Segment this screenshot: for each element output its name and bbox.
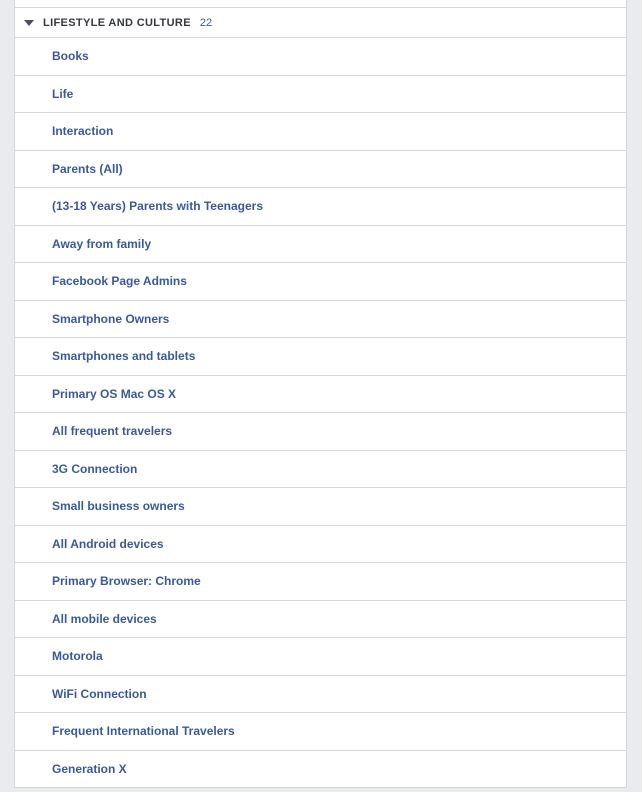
interest-link[interactable]: Smartphone Owners <box>52 312 169 326</box>
section-header-lifestyle-and-culture[interactable]: LIFESTYLE AND CULTURE 22 <box>15 8 626 38</box>
interest-link[interactable]: All Android devices <box>52 537 164 551</box>
interest-row[interactable]: Primary Browser: Chrome <box>15 563 626 601</box>
section-title: LIFESTYLE AND CULTURE <box>43 16 191 29</box>
interest-link[interactable]: Life <box>52 87 73 101</box>
interest-row[interactable]: Smartphone Owners <box>15 300 626 338</box>
triangle-down-icon[interactable] <box>24 19 34 26</box>
interest-link[interactable]: Parents (All) <box>52 162 123 176</box>
clipped-row-above <box>15 0 626 8</box>
interest-row[interactable]: Away from family <box>15 225 626 263</box>
interest-row[interactable]: (13-18 Years) Parents with Teenagers <box>15 188 626 226</box>
section-count-badge: 22 <box>199 16 213 29</box>
interest-link[interactable]: Interaction <box>52 124 113 138</box>
interest-link[interactable]: Away from family <box>52 237 151 251</box>
interest-link[interactable]: Books <box>52 49 89 63</box>
interest-row[interactable]: Life <box>15 75 626 113</box>
interest-link[interactable]: Frequent International Travelers <box>52 724 235 738</box>
interest-row[interactable]: All Android devices <box>15 525 626 563</box>
interest-row[interactable]: Frequent International Travelers <box>15 713 626 751</box>
interest-link[interactable]: Small business owners <box>52 499 185 513</box>
interest-row[interactable]: Interaction <box>15 113 626 151</box>
interest-link[interactable]: All mobile devices <box>52 612 157 626</box>
interest-link[interactable]: Primary OS Mac OS X <box>52 387 176 401</box>
interest-link[interactable]: 3G Connection <box>52 462 137 476</box>
interest-row[interactable]: Books <box>15 38 626 76</box>
interest-row[interactable]: All frequent travelers <box>15 413 626 451</box>
interest-row[interactable]: Small business owners <box>15 488 626 526</box>
interest-category-panel: LIFESTYLE AND CULTURE 22 Books Life Intera… <box>14 0 627 788</box>
interest-link[interactable]: Primary Browser: Chrome <box>52 574 201 588</box>
interest-link[interactable]: All frequent travelers <box>52 424 172 438</box>
interest-row[interactable]: 3G Connection <box>15 450 626 488</box>
interest-link[interactable]: Generation X <box>52 762 127 776</box>
interest-row[interactable]: Parents (All) <box>15 150 626 188</box>
interest-link[interactable]: Motorola <box>52 649 103 663</box>
interest-link[interactable]: Facebook Page Admins <box>52 274 187 288</box>
interest-row[interactable]: Motorola <box>15 638 626 676</box>
interest-row[interactable]: Smartphones and tablets <box>15 338 626 376</box>
interest-row[interactable]: All mobile devices <box>15 600 626 638</box>
interest-row[interactable]: WiFi Connection <box>15 675 626 713</box>
interest-list: Books Life Interaction Parents (All) (13-18 … <box>15 38 626 788</box>
interest-row[interactable]: Generation X <box>15 750 626 788</box>
interest-link[interactable]: Smartphones and tablets <box>52 349 195 363</box>
interest-link[interactable]: WiFi Connection <box>52 687 147 701</box>
interest-row[interactable]: Primary OS Mac OS X <box>15 375 626 413</box>
interest-link[interactable]: (13-18 Years) Parents with Teenagers <box>52 199 263 213</box>
interest-row[interactable]: Facebook Page Admins <box>15 263 626 301</box>
